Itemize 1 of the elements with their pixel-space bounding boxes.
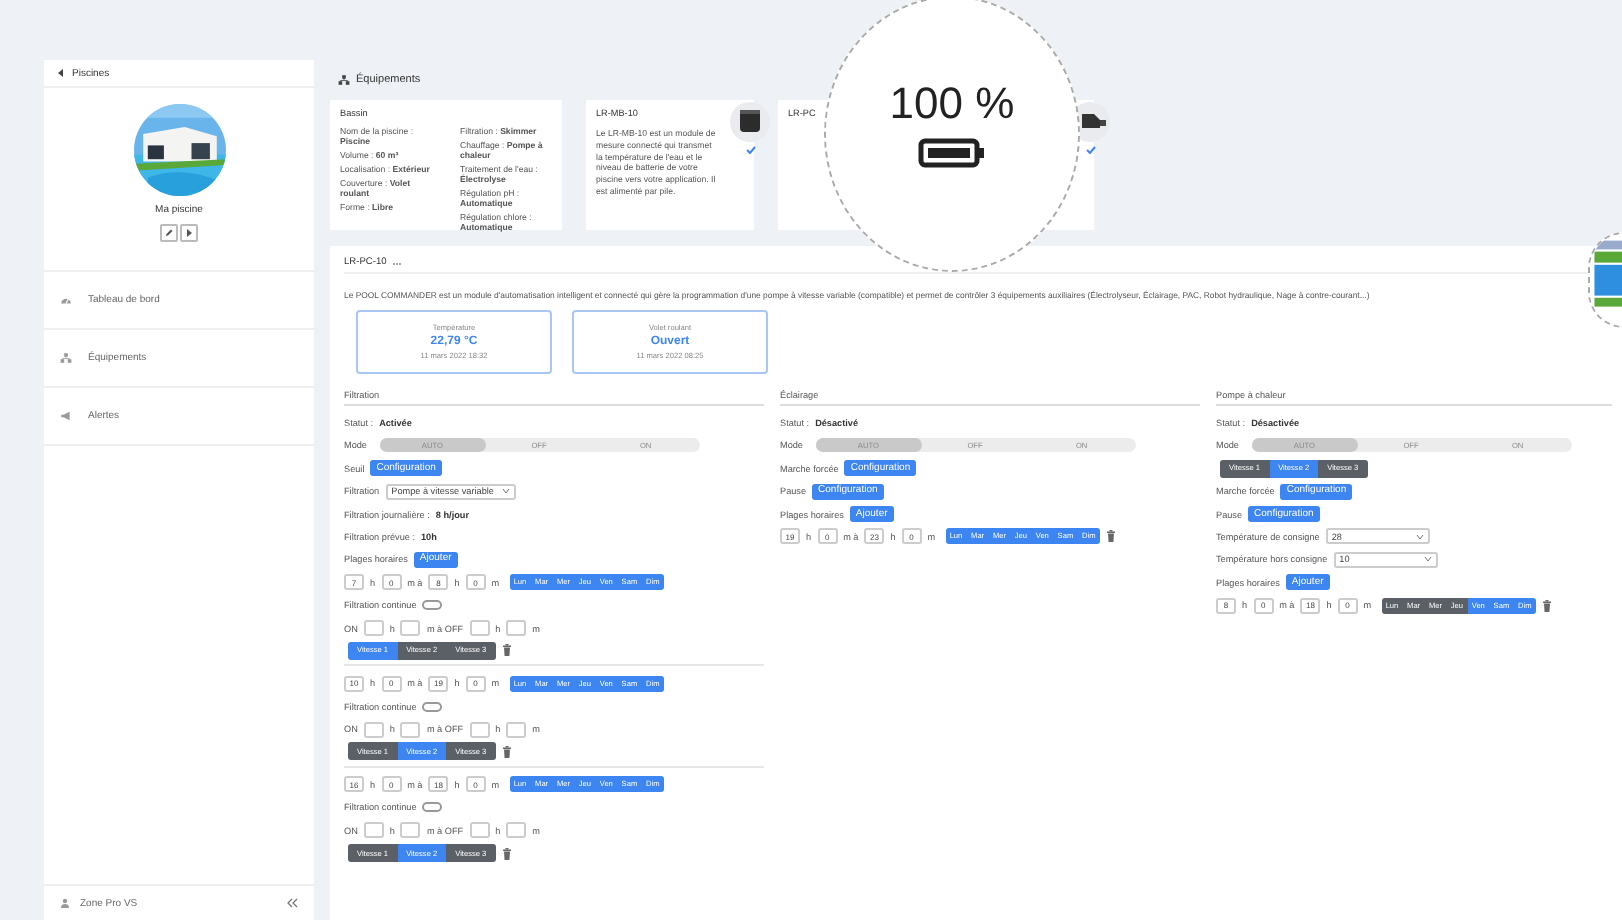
battery-reading: 100 % xyxy=(889,81,1015,125)
